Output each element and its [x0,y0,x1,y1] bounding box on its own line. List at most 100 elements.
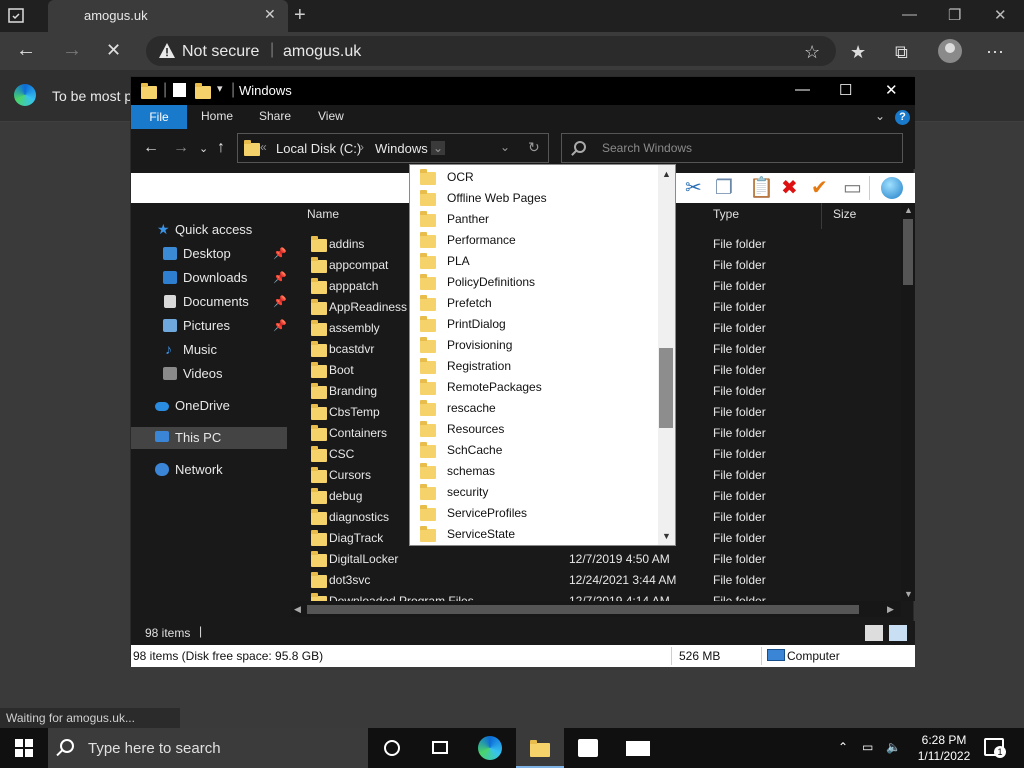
restore-icon[interactable]: ❐ [948,6,961,24]
close-icon[interactable]: ✕ [994,6,1007,24]
pin-icon[interactable]: 📌 [273,295,287,308]
taskbar-search[interactable]: Type here to search [48,728,368,768]
stop-loading-button[interactable]: ✕ [106,40,121,60]
refresh-icon[interactable]: ↻ [528,139,540,156]
dropdown-folder-item[interactable]: ServiceProfiles [410,502,658,523]
new-tab-button[interactable]: + [294,4,306,27]
taskbar-file-explorer[interactable] [516,728,564,768]
favorites-icon[interactable]: ★ [850,42,866,63]
tab-home[interactable]: Home [201,109,233,123]
system-clock[interactable]: 6:28 PM 1/11/2022 [906,732,982,764]
rename-icon[interactable]: ▭ [843,177,862,199]
nav-music[interactable]: ♪ Music [131,339,287,361]
nav-downloads[interactable]: Downloads 📌 [131,267,287,289]
details-view-icon[interactable] [865,625,883,641]
nav-pictures[interactable]: Pictures 📌 [131,315,287,337]
dropdown-folder-item[interactable]: Resources [410,418,658,439]
dropdown-folder-item[interactable]: rescache [410,397,658,418]
dropdown-scroll-up-icon[interactable]: ▲ [662,169,671,179]
add-favorite-icon[interactable]: ☆ [804,42,820,63]
task-view-button[interactable] [416,728,464,768]
explorer-close-icon[interactable]: ✕ [885,81,898,99]
scroll-right-icon[interactable]: ▶ [887,604,894,615]
dropdown-folder-item[interactable]: Registration [410,355,658,376]
explorer-search[interactable]: Search Windows [561,133,903,163]
address-bar[interactable]: Not secure | amogus.uk [146,36,836,66]
dropdown-folder-item[interactable]: Offline Web Pages [410,187,658,208]
explorer-minimize-icon[interactable]: — [795,81,810,98]
tab-actions-icon[interactable] [6,6,28,26]
taskbar-store[interactable] [564,728,612,768]
dropdown-folder-item[interactable]: Provisioning [410,334,658,355]
browser-tab[interactable]: amogus.uk ✕ [48,0,288,32]
dropdown-folder-item[interactable]: OCR [410,166,658,187]
back-button[interactable]: ← [16,40,36,60]
help-icon[interactable]: ? [895,110,910,125]
new-folder-icon[interactable] [195,83,211,99]
profile-avatar[interactable] [938,39,962,63]
address-history-icon[interactable]: ⌄ [500,140,510,154]
dropdown-scrollbar[interactable]: ▲ ▼ [658,165,675,545]
overflow-chevron-icon[interactable]: « [260,140,267,154]
dropdown-folder-item[interactable]: security [410,481,658,502]
up-button[interactable]: ↑ [217,139,225,157]
breadcrumb-local-disk[interactable]: Local Disk (C:) [276,141,361,156]
explorer-address-bar[interactable]: « Local Disk (C:) › Windows ⌄ ⌄ ↻ [237,133,549,163]
expand-ribbon-icon[interactable]: ⌄ [875,109,885,123]
dropdown-folder-item[interactable]: Performance [410,229,658,250]
dropdown-folder-item[interactable]: RemotePackages [410,376,658,397]
file-list-vertical-scrollbar[interactable]: ▲ ▼ [901,203,915,601]
nav-desktop[interactable]: Desktop 📌 [131,243,287,265]
explorer-maximize-icon[interactable]: ☐ [839,81,852,99]
show-hidden-icons[interactable]: ⌃ [838,740,848,754]
tab-share[interactable]: Share [259,109,291,123]
dropdown-folder-item[interactable]: ServiceState [410,523,658,544]
collections-icon[interactable]: ⧉ [895,42,908,63]
pin-icon[interactable]: 📌 [273,271,287,284]
customize-toolbar-icon[interactable]: ▾ [217,82,223,95]
dropdown-folder-item[interactable]: PolicyDefinitions [410,271,658,292]
start-button-icon[interactable] [15,739,33,757]
column-size-header[interactable]: Size [833,207,856,221]
vertical-scroll-thumb[interactable] [903,219,913,285]
tab-file[interactable]: File [131,105,187,129]
dropdown-folder-item[interactable]: Prefetch [410,292,658,313]
file-row[interactable]: DigitalLocker 12/7/2019 4:50 AM File folde… [291,548,901,569]
confirm-icon[interactable]: ✔ [811,177,828,199]
dropdown-folder-item[interactable]: PrintDialog [410,313,658,334]
recent-locations-icon[interactable]: ⌄ [199,142,208,155]
column-name-header[interactable]: Name [307,207,339,221]
breadcrumb-windows[interactable]: Windows [375,141,428,156]
tab-close-icon[interactable]: ✕ [264,6,276,23]
pin-icon[interactable]: 📌 [273,247,287,260]
column-type-header[interactable]: Type [713,207,739,221]
dropdown-folder-item[interactable]: PLA [410,250,658,271]
address-url[interactable]: amogus.uk [283,43,361,61]
file-list-horizontal-scrollbar[interactable]: ◀ ▶ [291,601,901,617]
nav-quick-access[interactable]: ★ Quick access [131,219,287,241]
scroll-down-icon[interactable]: ▼ [904,589,913,599]
nav-onedrive[interactable]: OneDrive [131,395,287,417]
notification-icon[interactable]: 1 [984,738,1006,758]
delete-icon[interactable]: ✖ [781,177,798,199]
explorer-back-button[interactable]: ← [143,139,159,157]
volume-icon[interactable]: 🔈 [886,740,901,754]
minimize-icon[interactable]: — [902,6,917,23]
network-status-icon[interactable]: ▭ [862,740,873,754]
taskbar-edge[interactable] [466,728,514,768]
nav-documents[interactable]: Documents 📌 [131,291,287,313]
dropdown-folder-item[interactable]: SchCache [410,439,658,460]
forward-button[interactable]: → [62,40,82,60]
globe-icon[interactable] [881,177,903,199]
horizontal-scroll-thumb[interactable] [307,605,859,614]
nav-network[interactable]: Network [131,459,287,481]
dropdown-folder-item[interactable]: schemas [410,460,658,481]
file-row[interactable]: dot3svc 12/24/2021 3:44 AM File folder [291,569,901,590]
cortana-button[interactable] [368,728,416,768]
breadcrumb-chevron-icon[interactable]: › [360,140,364,154]
tab-view[interactable]: View [318,109,344,123]
cut-icon[interactable]: ✂ [685,177,702,199]
paste-icon[interactable]: 📋 [749,177,774,199]
properties-icon[interactable] [173,83,186,97]
dropdown-folder-item[interactable]: Panther [410,208,658,229]
